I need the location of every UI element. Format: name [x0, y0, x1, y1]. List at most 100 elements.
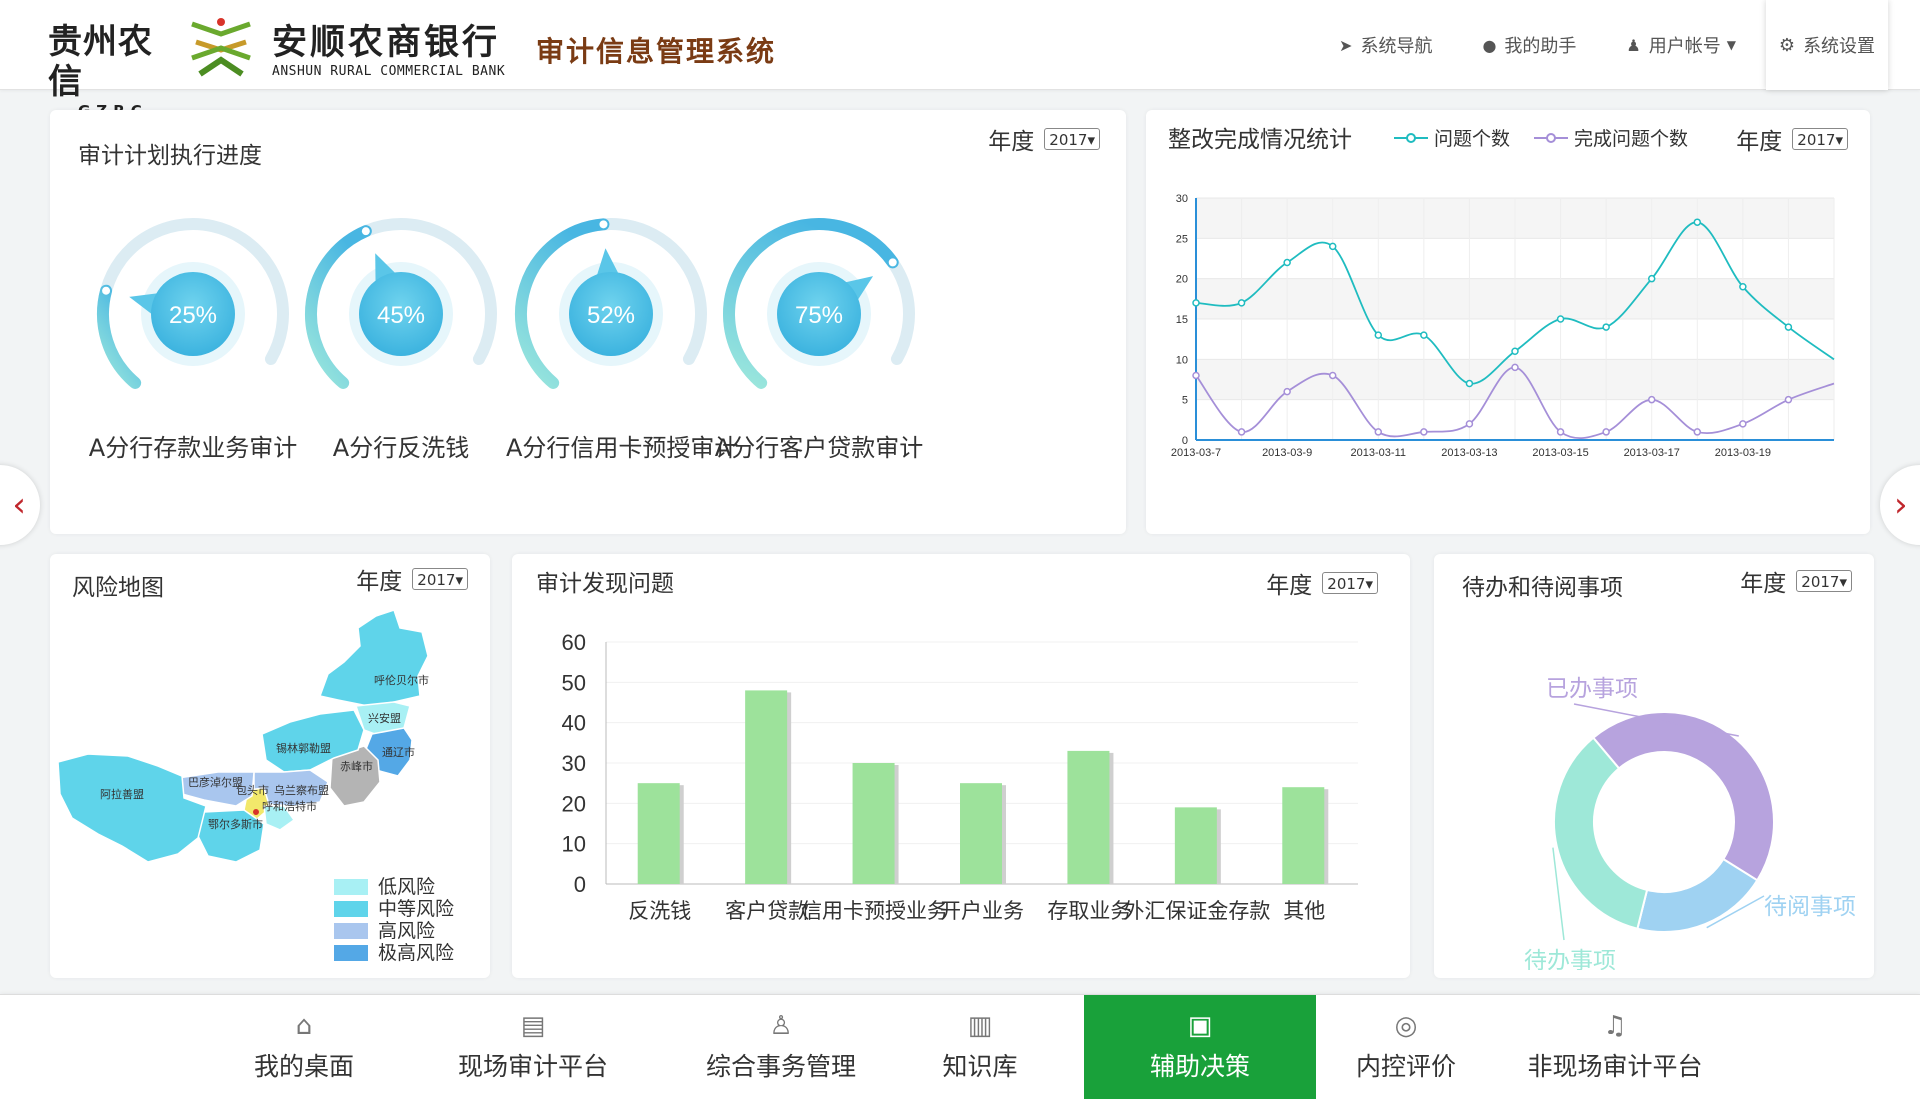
data-point[interactable]: [1283, 387, 1291, 396]
bar-chart: 0 10 20 30 40 50 60 反洗钱 客户贷款信用卡预授业务开户业务 存取业务外汇保证金…: [562, 630, 1358, 923]
data-point[interactable]: [1602, 323, 1610, 331]
data-point[interactable]: [1739, 420, 1747, 428]
donut-slice[interactable]: [1636, 857, 1759, 933]
data-point[interactable]: [1647, 395, 1656, 404]
x-tick-label: 2013-03-19: [1715, 447, 1771, 459]
bar[interactable]: [745, 690, 788, 884]
risk-legend-item[interactable]: 极高风险: [334, 942, 454, 964]
data-point[interactable]: [1283, 258, 1291, 267]
assistant-link[interactable]: ● 我的助手: [1482, 32, 1576, 58]
bottom-tab[interactable]: ◎ 内控评价: [1296, 995, 1516, 1099]
map-region-alxa[interactable]: [58, 753, 207, 863]
data-point[interactable]: [1739, 282, 1747, 291]
system-nav-link[interactable]: ➤ 系统导航: [1339, 32, 1432, 58]
data-point[interactable]: [1556, 315, 1565, 323]
data-point[interactable]: [1192, 299, 1200, 307]
line-legend: 问题个数 完成问题个数: [1394, 124, 1688, 151]
year-select[interactable]: 2017▾: [412, 568, 468, 590]
data-point[interactable]: [1784, 395, 1793, 404]
risk-legend-item[interactable]: 中等风险: [334, 898, 454, 920]
x-tick-label: 存取业务: [1047, 900, 1131, 923]
data-point[interactable]: [1693, 428, 1702, 436]
data-point[interactable]: [1511, 347, 1519, 356]
bottom-tab[interactable]: ▤ 现场审计平台: [420, 995, 646, 1099]
data-point[interactable]: [1192, 371, 1200, 380]
year-select[interactable]: 2017▾: [1792, 128, 1848, 150]
bar[interactable]: [960, 783, 1002, 884]
year-select[interactable]: 2017▾: [1796, 570, 1852, 592]
y-tick-label: 10: [1176, 354, 1188, 366]
map-region-hulunbuir[interactable]: [319, 610, 429, 707]
legend-item-issues[interactable]: 问题个数: [1394, 124, 1510, 151]
data-point[interactable]: [1511, 363, 1519, 372]
bottom-tab[interactable]: ▥ 知识库: [900, 995, 1060, 1099]
data-point[interactable]: [1602, 428, 1610, 436]
x-tick-label: 信用卡预授业务: [801, 900, 948, 923]
data-point[interactable]: [1647, 274, 1656, 283]
risk-legend-item[interactable]: 低风险: [334, 876, 454, 898]
settings-button[interactable]: ⚙ 系统设置: [1766, 0, 1888, 90]
year-value: 2017: [417, 571, 456, 589]
decision-icon: ▣: [1187, 1011, 1213, 1041]
data-point[interactable]: [1237, 428, 1246, 436]
data-point[interactable]: [1237, 299, 1246, 307]
legend-label: 高风险: [378, 920, 436, 942]
gauge-value: 25%: [169, 302, 217, 329]
donut-slice[interactable]: [1591, 711, 1775, 882]
gauge-value: 75%: [795, 302, 843, 329]
bottom-tab[interactable]: ▣ 辅助决策: [1084, 995, 1316, 1099]
data-point[interactable]: [1420, 428, 1428, 436]
year-select[interactable]: 2017▾: [1044, 128, 1100, 150]
bar[interactable]: [1174, 807, 1217, 884]
y-tick-label: 15: [1176, 314, 1188, 326]
bar[interactable]: [1282, 787, 1325, 884]
y-tick-label: 10: [562, 832, 586, 857]
bottom-tab[interactable]: ♙ 综合事务管理: [670, 995, 892, 1099]
data-point[interactable]: [1328, 371, 1337, 380]
map-region-label: 鄂尔多斯市: [208, 817, 263, 831]
gauge-ring: 25%: [97, 218, 289, 389]
donut-slice[interactable]: [1553, 736, 1649, 930]
year-value: 2017: [1327, 575, 1366, 593]
data-point[interactable]: [1784, 323, 1793, 331]
data-point[interactable]: [1693, 218, 1702, 226]
assistant-label: 我的助手: [1504, 36, 1577, 57]
risk-legend-item[interactable]: 高风险: [334, 920, 454, 942]
year-select[interactable]: 2017▾: [1322, 572, 1378, 594]
y-tick-label: 0: [1182, 435, 1188, 447]
gauge-label: A分行反洗钱: [332, 434, 470, 462]
data-point[interactable]: [1374, 331, 1383, 339]
gauge-knob: [102, 286, 111, 295]
gauge-fill: [97, 284, 142, 389]
bottom-tab[interactable]: ♫ 非现场审计平台: [1500, 995, 1730, 1099]
progress-gauge: 52% A分行信用卡预授审计: [506, 214, 738, 463]
chevron-right-icon: ›: [1894, 485, 1908, 525]
bottom-tab[interactable]: ⌂ 我的桌面: [208, 995, 400, 1099]
account-label: 用户帐号: [1648, 36, 1721, 57]
bar[interactable]: [637, 783, 680, 884]
legend-item-done[interactable]: 完成问题个数: [1534, 124, 1688, 151]
send-icon: ➤: [1339, 35, 1353, 55]
data-point[interactable]: [1420, 331, 1428, 339]
account-dropdown[interactable]: ♟ 用户帐号 ▼: [1626, 32, 1736, 58]
bar[interactable]: [852, 763, 895, 884]
next-arrow-button[interactable]: ›: [1880, 465, 1920, 545]
data-point[interactable]: [1374, 428, 1383, 436]
header: 贵州农信 GZRC 安顺农商银行 ANSHUN RURAL COMMERCIAL…: [0, 0, 1920, 120]
y-tick-label: 25: [1176, 233, 1188, 245]
gear-icon: ⚙: [1778, 34, 1796, 56]
data-point[interactable]: [1465, 379, 1474, 388]
progress-gauge: 75% A分行客户贷款审计: [714, 214, 924, 463]
gzrc-logo: 贵州农信 GZRC: [48, 22, 178, 120]
panel-title: 风险地图: [72, 575, 164, 601]
data-point[interactable]: [1556, 428, 1565, 436]
year-filter: 年度 2017▾: [1740, 564, 1852, 598]
year-label: 年度: [1266, 573, 1313, 599]
data-point[interactable]: [1465, 420, 1474, 428]
bell-icon: ♫: [1603, 1011, 1627, 1041]
bar[interactable]: [1067, 750, 1110, 884]
prev-arrow-button[interactable]: ‹: [0, 465, 40, 545]
legend-line-icon: [1394, 132, 1428, 143]
data-point[interactable]: [1328, 242, 1337, 251]
map-region-ordos[interactable]: [197, 809, 265, 863]
